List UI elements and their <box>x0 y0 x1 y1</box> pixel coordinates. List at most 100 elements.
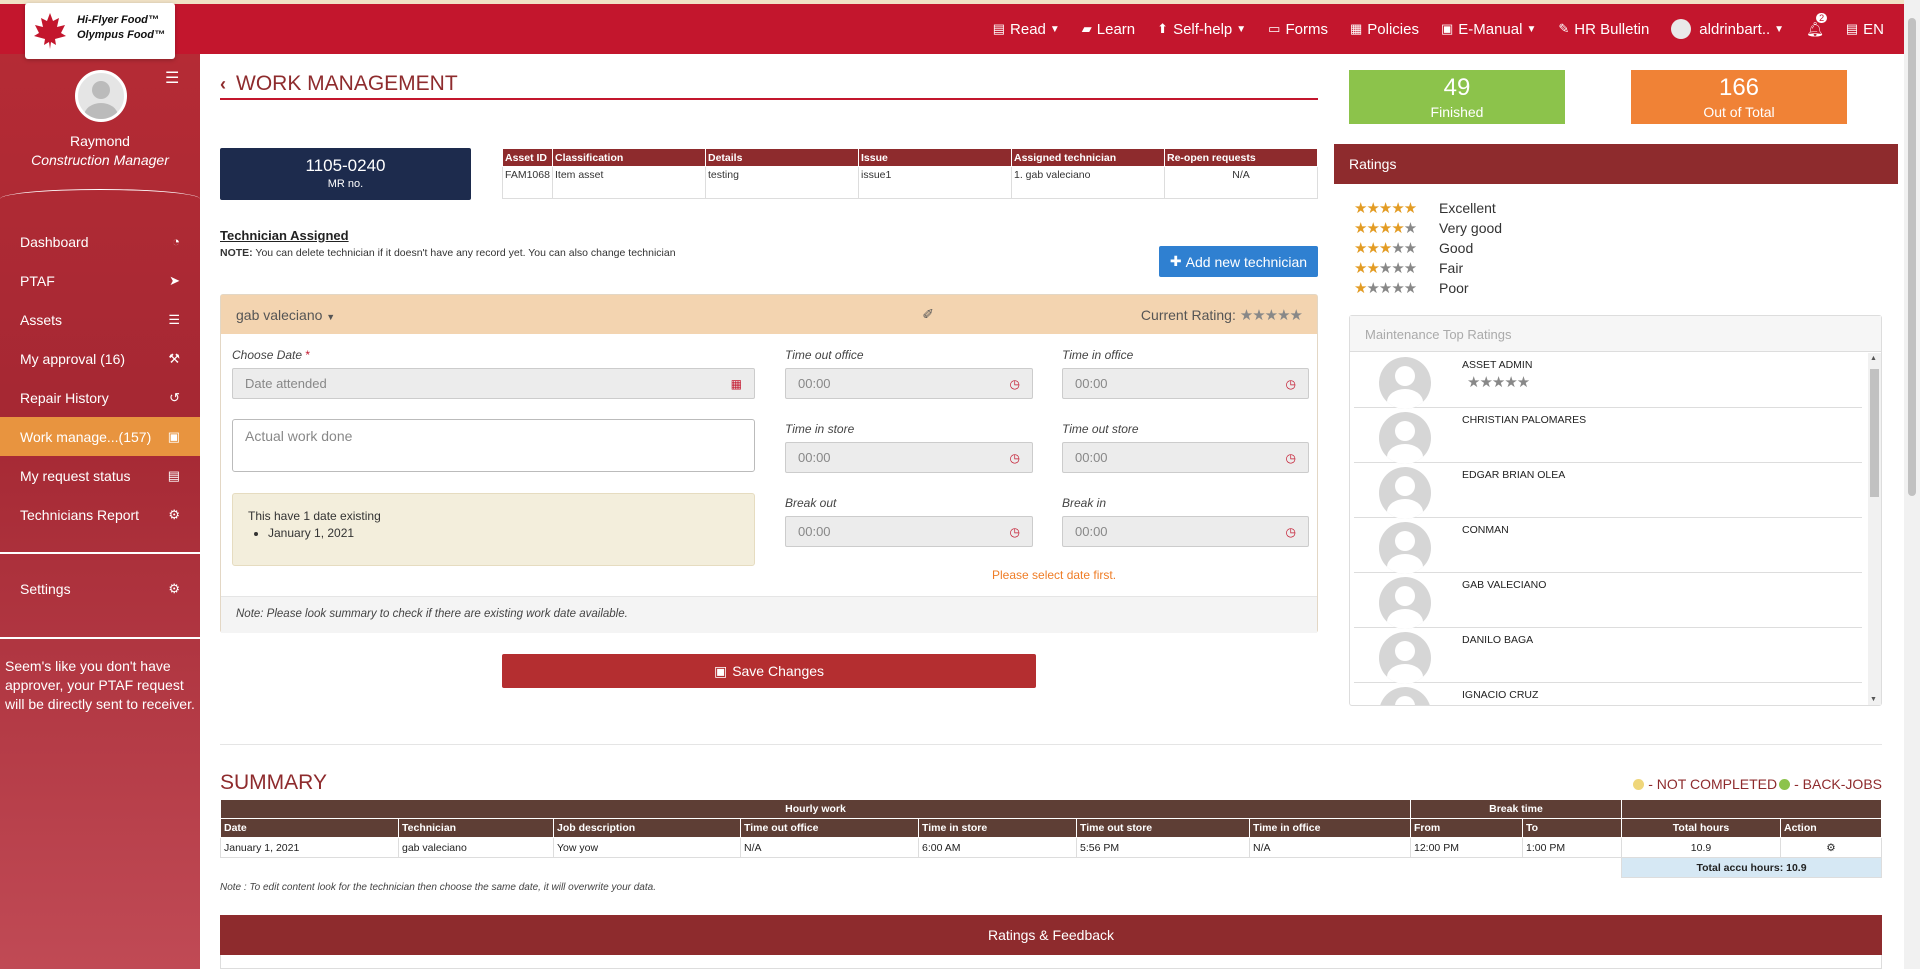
break-in-label: Break in <box>1062 496 1107 510</box>
list-item[interactable]: DANILO BAGA <box>1354 628 1862 684</box>
chevron-left-icon[interactable]: ‹ <box>220 74 226 95</box>
sidebar-item-technicians-report[interactable]: Technicians Report ⚙ <box>0 495 200 534</box>
profile-name: Raymond <box>70 133 130 149</box>
time-in-store-input[interactable]: 00:00 ◷ <box>785 442 1033 473</box>
scrollbar-thumb[interactable] <box>1870 369 1879 497</box>
gear-icon: ⚙ <box>168 580 180 596</box>
pin-icon: ✎ <box>1558 21 1570 36</box>
nav-language[interactable]: ▤ EN <box>1846 21 1884 38</box>
nav-user-menu[interactable]: aldrinbart.. ▼ <box>1671 19 1784 39</box>
form-icon: ▭ <box>1268 21 1281 36</box>
time-in-office-input[interactable]: 00:00 ◷ <box>1062 368 1309 399</box>
avatar <box>1379 687 1431 705</box>
nav-selfhelp[interactable]: ⬆ Self-help ▼ <box>1157 21 1246 38</box>
avatar <box>1379 577 1431 629</box>
time-out-office-label: Time out office <box>785 348 864 362</box>
summary-legend: - NOT COMPLETED - BACK-JOBS <box>1633 776 1882 792</box>
top-nav: ▤ Read ▼ ▰ Learn ⬆ Self-help ▼ ▭ Forms ▦ Polici… <box>971 4 1904 54</box>
nav-emanual[interactable]: ▣ E-Manual ▼ <box>1441 21 1536 38</box>
nav-learn[interactable]: ▰ Learn <box>1082 21 1135 38</box>
existing-dates-box: This have 1 date existing January 1, 202… <box>232 493 755 566</box>
total-stat: 166 Out of Total <box>1631 70 1847 124</box>
list-item[interactable]: GAB VALECIANO <box>1354 573 1862 629</box>
sidebar-item-repair-history[interactable]: Repair History ↺ <box>0 378 200 417</box>
sidebar-item-settings[interactable]: Settings ⚙ <box>0 569 200 608</box>
summary-note: Note : To edit content look for the tech… <box>220 882 656 893</box>
scrollbar-thumb[interactable] <box>1908 18 1916 496</box>
time-in-store-label: Time in store <box>785 422 855 436</box>
notification-count: 2 <box>1816 12 1828 23</box>
scroll-up-icon[interactable]: ▲ <box>1870 355 1877 362</box>
hamburger-menu-icon[interactable]: ☰ <box>165 68 179 88</box>
legend-fair: ★★★★★ Fair <box>1354 260 1464 277</box>
save-changes-button[interactable]: ▣ Save Changes <box>502 654 1036 688</box>
date-attended-input[interactable]: Date attended ▦ <box>232 368 755 399</box>
scroll-down-icon[interactable]: ▼ <box>1870 696 1877 703</box>
calendar-icon: ▦ <box>730 376 742 391</box>
break-out-label: Break out <box>785 496 837 510</box>
nav-notifications[interactable]: 🔔︎ 2 <box>1806 12 1828 38</box>
list-item: January 1, 2021 <box>268 526 739 540</box>
sidebar-item-my-approval[interactable]: My approval (16) ⚒ <box>0 339 200 378</box>
caret-down-icon: ▼ <box>326 311 336 322</box>
cogs-icon: ⚙ <box>168 506 180 522</box>
list-item[interactable]: CHRISTIAN PALOMARES <box>1354 408 1862 464</box>
avatar <box>1379 412 1431 464</box>
dashboard-icon: ◔ <box>172 234 180 249</box>
actual-work-done-textarea[interactable]: Actual work done <box>232 419 755 472</box>
legend-poor: ★★★★★ Poor <box>1354 280 1469 297</box>
sidebar-approver-note: Seem's like you don't have approver, you… <box>5 658 195 712</box>
gavel-icon: ⚒ <box>168 350 180 366</box>
break-out-input[interactable]: 00:00 ◷ <box>785 516 1033 547</box>
choose-date-label: Choose Date * <box>232 348 311 362</box>
list-item[interactable]: CONMAN <box>1354 518 1862 574</box>
nav-policies[interactable]: ▦ Policies <box>1350 21 1419 38</box>
sidebar-item-work-management[interactable]: Work manage...(157) ▣ <box>0 417 200 456</box>
book-icon: ▰ <box>1081 21 1092 36</box>
page-scrollbar[interactable] <box>1904 0 1920 969</box>
nav-hr-bulletin[interactable]: ✎ HR Bulletin <box>1558 21 1649 38</box>
floppy-disk-icon: ▣ <box>713 662 728 679</box>
time-out-store-label: Time out store <box>1062 422 1139 436</box>
brand-logo[interactable]: Hi-Flyer Food™ Olympus Food™ <box>25 3 175 59</box>
table-row[interactable]: January 1, 2021 gab valeciano Yow yow N/… <box>220 837 1882 858</box>
mr-number-box: 1105-0240 MR no. <box>220 148 471 200</box>
sidebar-item-ptaf[interactable]: PTAF ➤ <box>0 261 200 300</box>
sidebar: ☰ Raymond Construction Manager Dashboard… <box>0 54 200 969</box>
asset-table-header: Asset ID Classification Details Issue As… <box>502 148 1318 167</box>
backjobs-dot <box>1779 778 1791 790</box>
language-icon: ▤ <box>1845 21 1859 36</box>
time-out-office-input[interactable]: 00:00 ◷ <box>785 368 1033 399</box>
calendar-check-icon: ▣ <box>167 428 180 444</box>
list-item[interactable]: EDGAR BRIAN OLEA <box>1354 463 1862 519</box>
caret-down-icon: ▼ <box>1236 23 1247 35</box>
sidebar-divider <box>0 637 200 639</box>
eraser-icon[interactable]: ✐ <box>922 306 934 323</box>
caret-down-icon: ▼ <box>1049 23 1060 35</box>
sidebar-item-my-request-status[interactable]: My request status ▤ <box>0 456 200 495</box>
time-out-store-input[interactable]: 00:00 ◷ <box>1062 442 1309 473</box>
nav-read[interactable]: ▤ Read ▼ <box>993 21 1060 38</box>
manual-icon: ▣ <box>1440 21 1454 36</box>
rating-stars: ★★★★★ <box>1239 306 1303 324</box>
panel-footer-note: Note: Please look summary to check if th… <box>221 596 1317 633</box>
sidebar-item-dashboard[interactable]: Dashboard ◔ <box>0 222 200 261</box>
sidebar-item-assets[interactable]: Assets ☰ <box>0 300 200 339</box>
summary-total-row: Total accu hours: 10.9 <box>221 857 1882 878</box>
avatar <box>1379 632 1431 684</box>
list-item[interactable]: ASSET ADMIN ★★★★★ <box>1354 353 1862 409</box>
sidebar-menu: Dashboard ◔ PTAF ➤ Assets ☰ My approval (16… <box>0 222 200 534</box>
add-technician-button[interactable]: ✚ Add new technician <box>1159 246 1318 277</box>
top-ratings-scrollbar[interactable]: ▲ ▼ <box>1868 353 1881 705</box>
asset-table: Asset ID Classification Details Issue As… <box>502 148 1318 199</box>
upload-circle-icon: ⬆ <box>1157 21 1169 36</box>
technician-dropdown[interactable]: gab valeciano ▼ <box>236 307 335 323</box>
list-item[interactable]: IGNACIO CRUZ <box>1354 683 1862 705</box>
caret-down-icon: ▼ <box>1526 23 1537 35</box>
gear-icon[interactable]: ⚙ <box>1826 842 1835 854</box>
nav-forms[interactable]: ▭ Forms <box>1268 21 1328 38</box>
sidebar-divider <box>0 552 200 554</box>
break-in-input[interactable]: 00:00 ◷ <box>1062 516 1309 547</box>
current-rating: Current Rating: ★★★★★ <box>1140 306 1303 324</box>
list-icon: ☰ <box>168 311 180 327</box>
